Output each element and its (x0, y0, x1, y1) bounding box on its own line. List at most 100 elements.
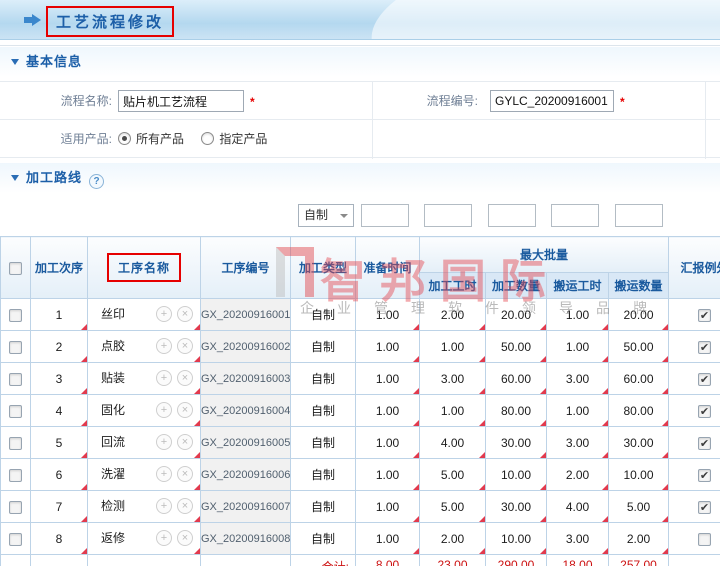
process-name-cell[interactable]: +×贴装 (88, 363, 201, 395)
work-qty-cell[interactable]: 60.00 (486, 363, 547, 395)
move-qty-cell[interactable]: 20.00 (609, 299, 669, 331)
move-qty-cell[interactable]: 30.00 (609, 427, 669, 459)
remove-step-icon[interactable]: × (177, 466, 193, 482)
add-step-icon[interactable]: + (156, 498, 172, 514)
move-qty-cell[interactable]: 2.00 (609, 523, 669, 555)
add-step-icon[interactable]: + (156, 338, 172, 354)
report-exception-checkbox[interactable] (698, 405, 711, 418)
batch-work-qty-input[interactable] (488, 204, 536, 227)
row-checkbox[interactable] (9, 469, 22, 482)
work-time-cell[interactable]: 1.00 (420, 331, 486, 363)
flow-code-input[interactable] (490, 90, 614, 112)
add-step-icon[interactable]: + (156, 530, 172, 546)
prep-time-cell[interactable]: 1.00 (356, 299, 420, 331)
report-exception-checkbox[interactable] (698, 501, 711, 514)
process-name-cell[interactable]: +×检测 (88, 491, 201, 523)
remove-step-icon[interactable]: × (177, 306, 193, 322)
move-qty-cell[interactable]: 10.00 (609, 459, 669, 491)
section-basic-info[interactable]: 基本信息 (0, 47, 720, 77)
row-checkbox[interactable] (9, 373, 22, 386)
batch-move-qty-input[interactable] (615, 204, 663, 227)
process-name-cell[interactable]: +×返修 (88, 523, 201, 555)
row-checkbox[interactable] (9, 437, 22, 450)
row-checkbox[interactable] (9, 341, 22, 354)
report-exception-checkbox[interactable] (698, 533, 711, 546)
move-qty-cell[interactable]: 80.00 (609, 395, 669, 427)
add-step-icon[interactable]: + (156, 306, 172, 322)
prep-time-cell[interactable]: 1.00 (356, 459, 420, 491)
prep-time-cell[interactable]: 1.00 (356, 523, 420, 555)
row-checkbox[interactable] (9, 533, 22, 546)
seq-cell[interactable]: 2 (31, 331, 88, 363)
work-qty-cell[interactable]: 80.00 (486, 395, 547, 427)
add-step-icon[interactable]: + (156, 402, 172, 418)
work-time-cell[interactable]: 5.00 (420, 459, 486, 491)
seq-cell[interactable]: 8 (31, 523, 88, 555)
move-time-cell[interactable]: 2.00 (547, 459, 609, 491)
work-time-cell[interactable]: 2.00 (420, 299, 486, 331)
remove-step-icon[interactable]: × (177, 402, 193, 418)
process-name-cell[interactable]: +×丝印 (88, 299, 201, 331)
remove-step-icon[interactable]: × (177, 338, 193, 354)
prep-time-cell[interactable]: 1.00 (356, 427, 420, 459)
work-qty-cell[interactable]: 30.00 (486, 427, 547, 459)
report-exception-checkbox[interactable] (698, 373, 711, 386)
move-time-cell[interactable]: 3.00 (547, 427, 609, 459)
help-icon[interactable]: ? (89, 174, 104, 189)
move-qty-cell[interactable]: 5.00 (609, 491, 669, 523)
work-time-cell[interactable]: 4.00 (420, 427, 486, 459)
radio-option-all-products[interactable]: 所有产品 (118, 132, 184, 146)
add-step-icon[interactable]: + (156, 466, 172, 482)
select-all-checkbox[interactable] (9, 262, 22, 275)
work-time-cell[interactable]: 3.00 (420, 363, 486, 395)
section-route[interactable]: 加工路线? (0, 163, 720, 193)
move-time-cell[interactable]: 1.00 (547, 299, 609, 331)
work-qty-cell[interactable]: 10.00 (486, 459, 547, 491)
report-exception-checkbox[interactable] (698, 341, 711, 354)
process-name-cell[interactable]: +×回流 (88, 427, 201, 459)
report-exception-checkbox[interactable] (698, 309, 711, 322)
process-type-select[interactable]: 自制 (298, 204, 354, 227)
work-time-cell[interactable]: 5.00 (420, 491, 486, 523)
prep-time-cell[interactable]: 1.00 (356, 491, 420, 523)
move-time-cell[interactable]: 3.00 (547, 523, 609, 555)
row-checkbox[interactable] (9, 501, 22, 514)
seq-cell[interactable]: 3 (31, 363, 88, 395)
radio-icon[interactable] (118, 132, 131, 145)
add-step-icon[interactable]: + (156, 434, 172, 450)
row-checkbox[interactable] (9, 309, 22, 322)
process-name-cell[interactable]: +×洗濯 (88, 459, 201, 491)
seq-cell[interactable]: 6 (31, 459, 88, 491)
batch-work-time-input[interactable] (424, 204, 472, 227)
work-qty-cell[interactable]: 50.00 (486, 331, 547, 363)
work-qty-cell[interactable]: 30.00 (486, 491, 547, 523)
move-qty-cell[interactable]: 50.00 (609, 331, 669, 363)
remove-step-icon[interactable]: × (177, 370, 193, 386)
report-exception-checkbox[interactable] (698, 437, 711, 450)
radio-icon[interactable] (201, 132, 214, 145)
prep-time-cell[interactable]: 1.00 (356, 331, 420, 363)
process-name-cell[interactable]: +×固化 (88, 395, 201, 427)
seq-cell[interactable]: 1 (31, 299, 88, 331)
add-step-icon[interactable]: + (156, 370, 172, 386)
move-time-cell[interactable]: 4.00 (547, 491, 609, 523)
prep-time-cell[interactable]: 1.00 (356, 363, 420, 395)
row-checkbox[interactable] (9, 405, 22, 418)
batch-prep-time-input[interactable] (361, 204, 409, 227)
seq-cell[interactable]: 7 (31, 491, 88, 523)
move-time-cell[interactable]: 3.00 (547, 363, 609, 395)
prep-time-cell[interactable]: 1.00 (356, 395, 420, 427)
work-qty-cell[interactable]: 10.00 (486, 523, 547, 555)
seq-cell[interactable]: 4 (31, 395, 88, 427)
work-qty-cell[interactable]: 20.00 (486, 299, 547, 331)
move-time-cell[interactable]: 1.00 (547, 331, 609, 363)
seq-cell[interactable]: 5 (31, 427, 88, 459)
work-time-cell[interactable]: 2.00 (420, 523, 486, 555)
work-time-cell[interactable]: 1.00 (420, 395, 486, 427)
radio-option-specified-products[interactable]: 指定产品 (201, 132, 267, 146)
remove-step-icon[interactable]: × (177, 530, 193, 546)
move-time-cell[interactable]: 1.00 (547, 395, 609, 427)
remove-step-icon[interactable]: × (177, 434, 193, 450)
flow-name-input[interactable] (118, 90, 244, 112)
move-qty-cell[interactable]: 60.00 (609, 363, 669, 395)
